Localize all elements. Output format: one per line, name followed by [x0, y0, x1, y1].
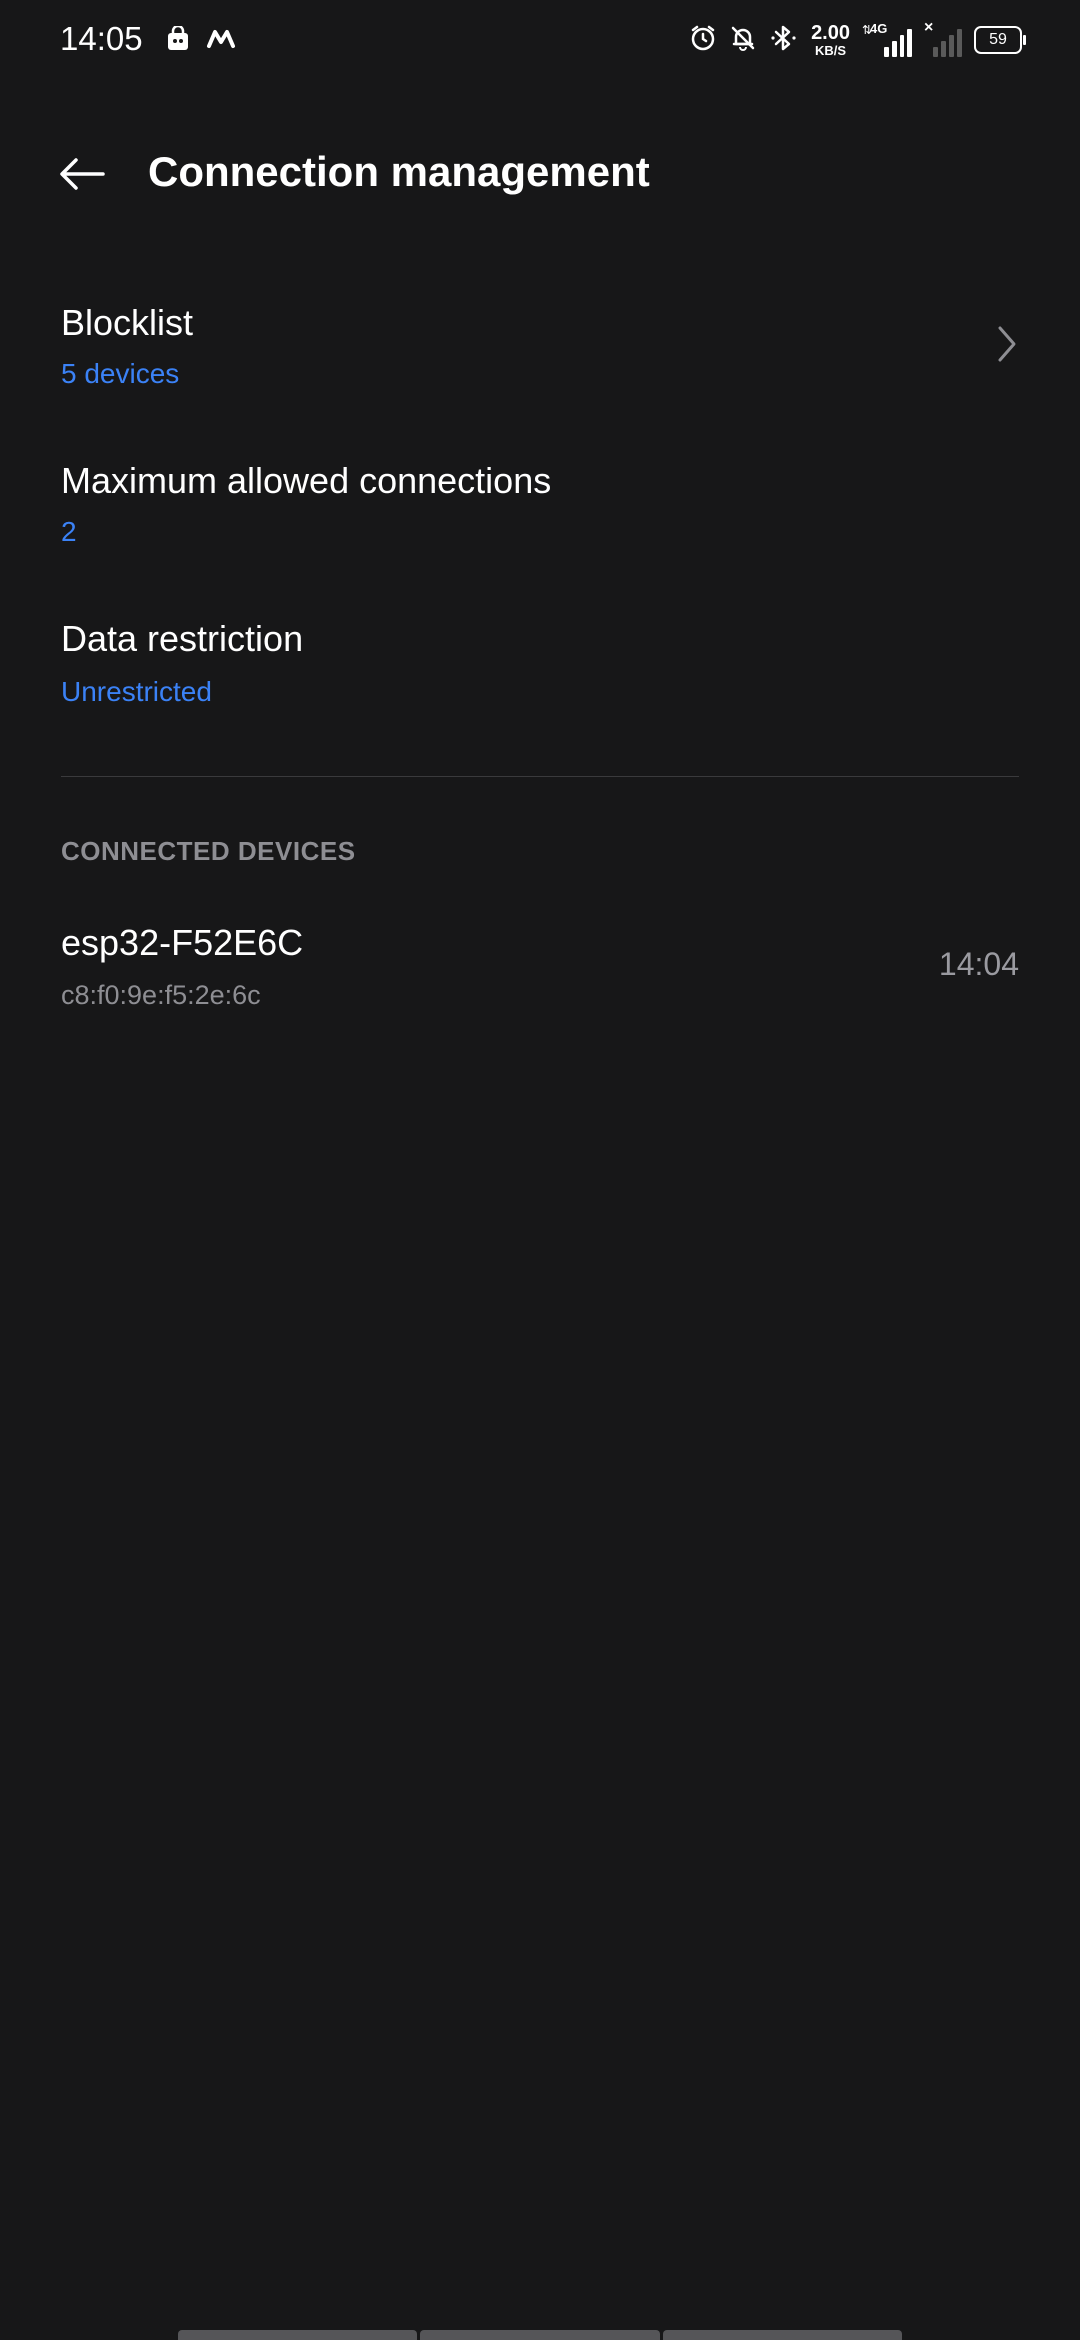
network-speed: 2.00 KB/S	[811, 22, 850, 58]
page-title: Connection management	[148, 148, 650, 195]
data-restriction-row[interactable]: Data restriction Unrestricted	[0, 588, 1080, 738]
signal-4g-icon: 4G ⇅	[862, 21, 912, 57]
network-type: 4G	[870, 21, 888, 36]
chevron-right-icon	[998, 326, 1016, 362]
row-value: 5 devices	[61, 358, 180, 389]
navigation-handle[interactable]	[178, 2330, 902, 2340]
store-bag-icon	[166, 24, 190, 57]
status-time: 14:05	[60, 20, 143, 57]
connected-device-item[interactable]: esp32-F52E6C c8:f0:9e:f5:2e:6c 14:04	[0, 900, 1080, 1030]
row-title: Blocklist	[61, 302, 194, 343]
signal-no-service-icon: ×	[924, 19, 962, 57]
row-value: Unrestricted	[61, 676, 212, 707]
battery-icon: 59	[974, 26, 1026, 54]
row-value: 2	[61, 516, 77, 547]
blocklist-row[interactable]: Blocklist 5 devices	[0, 270, 1080, 420]
bluetooth-icon	[769, 23, 799, 58]
back-arrow-icon	[60, 158, 105, 190]
bell-off-icon	[729, 24, 757, 57]
device-name: esp32-F52E6C	[61, 922, 304, 963]
row-title: Data restriction	[61, 618, 304, 659]
max-connections-row[interactable]: Maximum allowed connections 2	[0, 430, 1080, 580]
status-right-icons: 2.00 KB/S 4G ⇅ × 59	[689, 18, 1026, 62]
device-mac: c8:f0:9e:f5:2e:6c	[61, 980, 261, 1010]
device-connected-time: 14:04	[938, 946, 1019, 982]
status-bar: 14:05 2.00 KB/S 4G ⇅ × 59	[0, 0, 1080, 80]
alarm-icon	[689, 24, 717, 57]
back-button[interactable]	[54, 146, 110, 202]
row-title: Maximum allowed connections	[61, 460, 552, 501]
connected-devices-header: CONNECTED DEVICES	[61, 836, 356, 866]
divider	[61, 776, 1019, 777]
m-logo-icon	[206, 26, 236, 55]
